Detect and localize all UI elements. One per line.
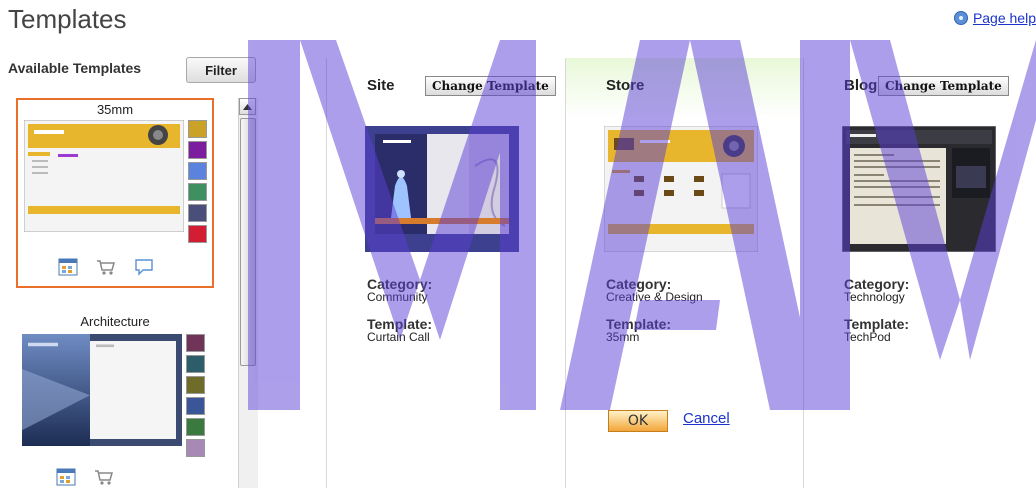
blog-template-preview [842, 126, 996, 252]
blog-category-value: Technology [844, 290, 905, 304]
site-change-template-button[interactable]: Change Template [425, 76, 556, 96]
store-category-value: Creative & Design [606, 290, 703, 304]
template-list-scrollbar[interactable] [238, 98, 258, 488]
blog-column: Blog Change Template Category: Technolog… [803, 58, 1036, 488]
site-title: Site [367, 77, 395, 94]
template-preview-architecture[interactable] [22, 334, 182, 446]
color-swatches [188, 120, 208, 246]
color-swatch[interactable] [186, 334, 205, 352]
color-swatch[interactable] [186, 439, 205, 457]
site-icon [56, 468, 76, 486]
site-template: Template: Curtain Call [367, 317, 432, 344]
template-type-icons [56, 468, 114, 486]
color-swatch[interactable] [188, 225, 207, 243]
store-icon [97, 260, 115, 275]
template-card-35mm[interactable]: 35mm [16, 98, 214, 288]
site-template-preview [365, 126, 519, 252]
cancel-link[interactable]: Cancel [683, 410, 730, 427]
color-swatch[interactable] [188, 141, 207, 159]
blog-category: Category: Technology [844, 277, 909, 304]
site-category: Category: Community [367, 277, 432, 304]
template-name: 35mm [96, 102, 134, 117]
color-swatch[interactable] [186, 397, 205, 415]
store-template: Template: 35mm [606, 317, 671, 344]
page-help[interactable]: Page help [953, 10, 1036, 26]
blog-change-template-button[interactable]: Change Template [878, 76, 1009, 96]
color-swatch[interactable] [188, 183, 207, 201]
site-column: Site Change Template Category: Community… [327, 58, 563, 488]
page-title: Templates [8, 4, 127, 34]
blog-title: Blog [844, 77, 878, 94]
page-help-link[interactable]: Page help [973, 10, 1036, 26]
store-template-preview [604, 126, 758, 252]
template-assignment-panel: Site Change Template Category: Community… [326, 58, 1036, 488]
blog-icon [135, 259, 153, 276]
scroll-up-button[interactable] [239, 98, 256, 115]
help-icon[interactable] [953, 11, 968, 25]
arrow-up-icon [243, 103, 252, 110]
color-swatch[interactable] [188, 204, 207, 222]
store-category: Category: Creative & Design [606, 277, 703, 304]
store-title: Store [606, 77, 645, 94]
blog-template: Template: TechPod [844, 317, 909, 344]
color-swatches [186, 334, 206, 460]
color-swatch[interactable] [188, 120, 207, 138]
store-icon [95, 470, 113, 485]
scroll-thumb[interactable] [240, 118, 256, 366]
color-swatch[interactable] [188, 162, 207, 180]
template-name: Architecture [80, 314, 150, 329]
available-templates-label: Available Templates [8, 60, 142, 76]
filter-button[interactable]: Filter [186, 57, 256, 83]
store-template-value: 35mm [606, 330, 640, 344]
color-swatch[interactable] [186, 355, 205, 373]
template-type-icons [58, 258, 154, 276]
template-card-architecture[interactable]: Architecture [16, 312, 214, 488]
site-icon [58, 258, 78, 276]
ok-button[interactable]: OK [608, 410, 668, 432]
color-swatch[interactable] [186, 376, 205, 394]
color-swatch[interactable] [186, 418, 205, 436]
site-template-value: Curtain Call [367, 330, 430, 344]
site-category-value: Community [367, 290, 428, 304]
template-preview-35mm[interactable] [24, 120, 184, 232]
template-list: 35mm Architecture [0, 94, 236, 488]
blog-template-value: TechPod [844, 330, 891, 344]
